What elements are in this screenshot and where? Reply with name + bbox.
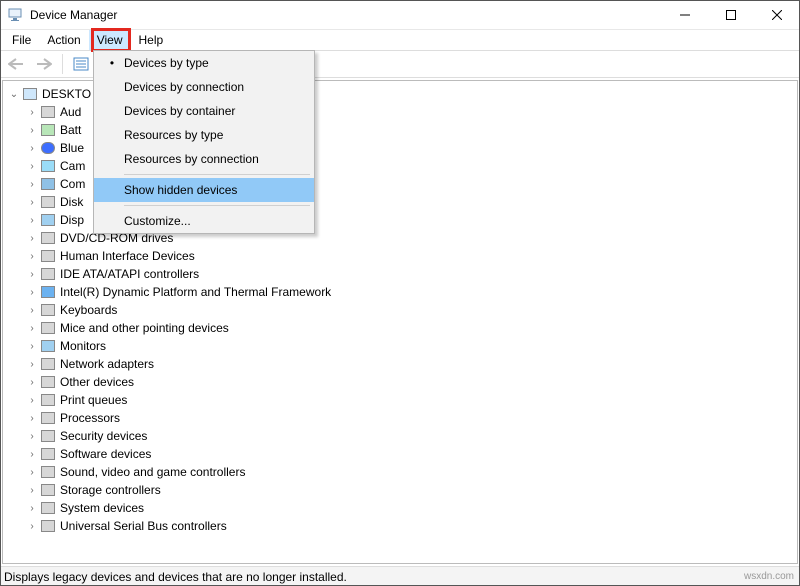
expander-icon[interactable]: › (25, 413, 39, 424)
toolbar-forward-button[interactable] (32, 53, 56, 75)
expander-icon[interactable]: › (25, 395, 39, 406)
tree-item-intel-framework[interactable]: ›Intel(R) Dynamic Platform and Thermal F… (3, 283, 797, 301)
tree-item-storage-controllers[interactable]: ›Storage controllers (3, 481, 797, 499)
display-icon (40, 212, 56, 228)
computer-icon (22, 86, 38, 102)
printer-icon (40, 392, 56, 408)
maximize-button[interactable] (708, 0, 754, 29)
tree-item-mice[interactable]: ›Mice and other pointing devices (3, 319, 797, 337)
tree-item-hid[interactable]: ›Human Interface Devices (3, 247, 797, 265)
tree-item-keyboards[interactable]: ›Keyboards (3, 301, 797, 319)
menu-customize[interactable]: Customize... (94, 209, 314, 233)
window-title: Device Manager (30, 8, 117, 22)
tree-root-label: DESKTO (42, 87, 91, 101)
expander-icon[interactable]: › (25, 161, 39, 172)
tree-item-print-queues[interactable]: ›Print queues (3, 391, 797, 409)
watermark-text: wsxdn.com (744, 571, 794, 582)
usb-icon (40, 518, 56, 534)
expander-icon[interactable]: › (25, 521, 39, 532)
system-icon (40, 500, 56, 516)
close-button[interactable] (754, 0, 800, 29)
expander-icon[interactable]: › (25, 467, 39, 478)
battery-icon (40, 122, 56, 138)
menu-separator (124, 174, 310, 175)
expander-icon[interactable]: › (25, 143, 39, 154)
statusbar-text: Displays legacy devices and devices that… (4, 570, 347, 584)
camera-icon (40, 158, 56, 174)
tree-item-software-devices[interactable]: ›Software devices (3, 445, 797, 463)
mouse-icon (40, 320, 56, 336)
expander-icon[interactable]: › (25, 431, 39, 442)
bluetooth-icon (40, 140, 56, 156)
statusbar: Displays legacy devices and devices that… (0, 566, 800, 586)
bullet-icon: • (102, 56, 122, 70)
tree-item-other-devices[interactable]: ›Other devices (3, 373, 797, 391)
ide-icon (40, 266, 56, 282)
minimize-button[interactable] (662, 0, 708, 29)
expander-icon[interactable]: › (25, 485, 39, 496)
menu-action[interactable]: Action (39, 30, 88, 50)
disk-icon (40, 194, 56, 210)
tree-item-usb-controllers[interactable]: ›Universal Serial Bus controllers (3, 517, 797, 535)
expander-icon[interactable]: › (25, 179, 39, 190)
tree-item-ide[interactable]: ›IDE ATA/ATAPI controllers (3, 265, 797, 283)
titlebar: Device Manager (0, 0, 800, 30)
menu-show-hidden-devices[interactable]: Show hidden devices (94, 178, 314, 202)
expander-icon[interactable]: › (25, 359, 39, 370)
dvd-icon (40, 230, 56, 246)
expander-icon[interactable]: › (25, 251, 39, 262)
menu-resources-by-type[interactable]: Resources by type (94, 123, 314, 147)
expander-icon[interactable]: › (25, 215, 39, 226)
menu-devices-by-container[interactable]: Devices by container (94, 99, 314, 123)
tree-item-system-devices[interactable]: ›System devices (3, 499, 797, 517)
keyboard-icon (40, 302, 56, 318)
window-controls (662, 0, 800, 29)
tree-item-sound-controllers[interactable]: ›Sound, video and game controllers (3, 463, 797, 481)
expander-icon[interactable]: › (25, 107, 39, 118)
sound-icon (40, 464, 56, 480)
toolbar-separator (62, 54, 63, 74)
software-icon (40, 446, 56, 462)
menu-separator (124, 205, 310, 206)
storage-icon (40, 482, 56, 498)
expander-icon[interactable]: › (25, 269, 39, 280)
intel-icon (40, 284, 56, 300)
menu-file[interactable]: File (4, 30, 39, 50)
expander-icon[interactable]: › (25, 503, 39, 514)
menu-help[interactable]: Help (131, 30, 172, 50)
app-icon (8, 7, 24, 23)
other-icon (40, 374, 56, 390)
audio-icon (40, 104, 56, 120)
expander-icon[interactable]: › (25, 323, 39, 334)
menu-devices-by-type[interactable]: • Devices by type (94, 51, 314, 75)
hid-icon (40, 248, 56, 264)
network-icon (40, 356, 56, 372)
menu-resources-by-connection[interactable]: Resources by connection (94, 147, 314, 171)
expander-icon[interactable]: › (25, 233, 39, 244)
expander-icon[interactable]: › (25, 449, 39, 460)
expander-icon[interactable]: ⌄ (7, 89, 21, 100)
tree-item-monitors[interactable]: ›Monitors (3, 337, 797, 355)
processor-icon (40, 410, 56, 426)
menu-view[interactable]: View (89, 30, 131, 50)
tree-item-processors[interactable]: ›Processors (3, 409, 797, 427)
expander-icon[interactable]: › (25, 197, 39, 208)
tree-item-security-devices[interactable]: ›Security devices (3, 427, 797, 445)
menu-devices-by-connection[interactable]: Devices by connection (94, 75, 314, 99)
expander-icon[interactable]: › (25, 305, 39, 316)
security-icon (40, 428, 56, 444)
menubar: File Action View Help (0, 30, 800, 50)
monitor-icon (40, 176, 56, 192)
view-menu-dropdown: • Devices by type Devices by connection … (93, 50, 315, 234)
expander-icon[interactable]: › (25, 341, 39, 352)
toolbar-back-button[interactable] (4, 53, 28, 75)
expander-icon[interactable]: › (25, 287, 39, 298)
monitors-icon (40, 338, 56, 354)
toolbar-properties-button[interactable] (69, 53, 93, 75)
expander-icon[interactable]: › (25, 377, 39, 388)
tree-item-network-adapters[interactable]: ›Network adapters (3, 355, 797, 373)
expander-icon[interactable]: › (25, 125, 39, 136)
